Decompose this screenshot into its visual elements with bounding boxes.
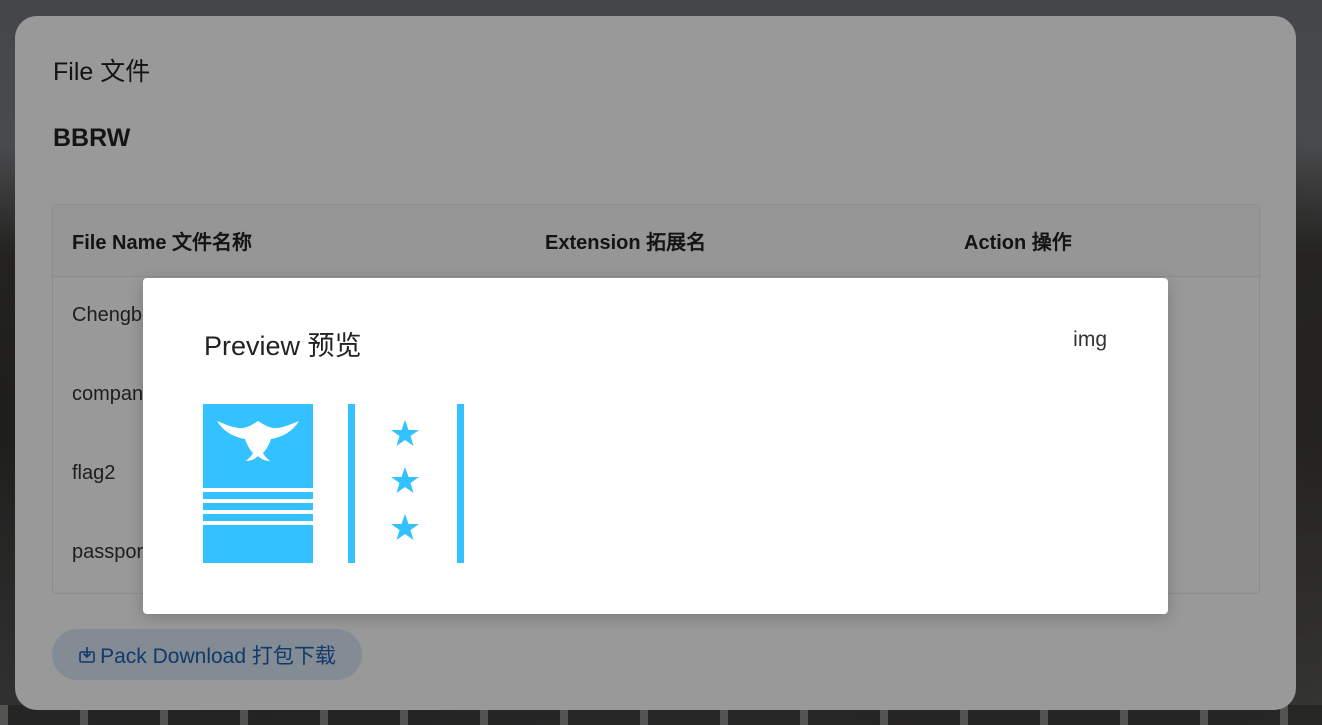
flag-image <box>203 404 464 563</box>
preview-modal: Preview 预览 img <box>143 278 1168 614</box>
modal-title: Preview 预览 <box>204 331 362 361</box>
file-type-label: img <box>1073 328 1107 351</box>
